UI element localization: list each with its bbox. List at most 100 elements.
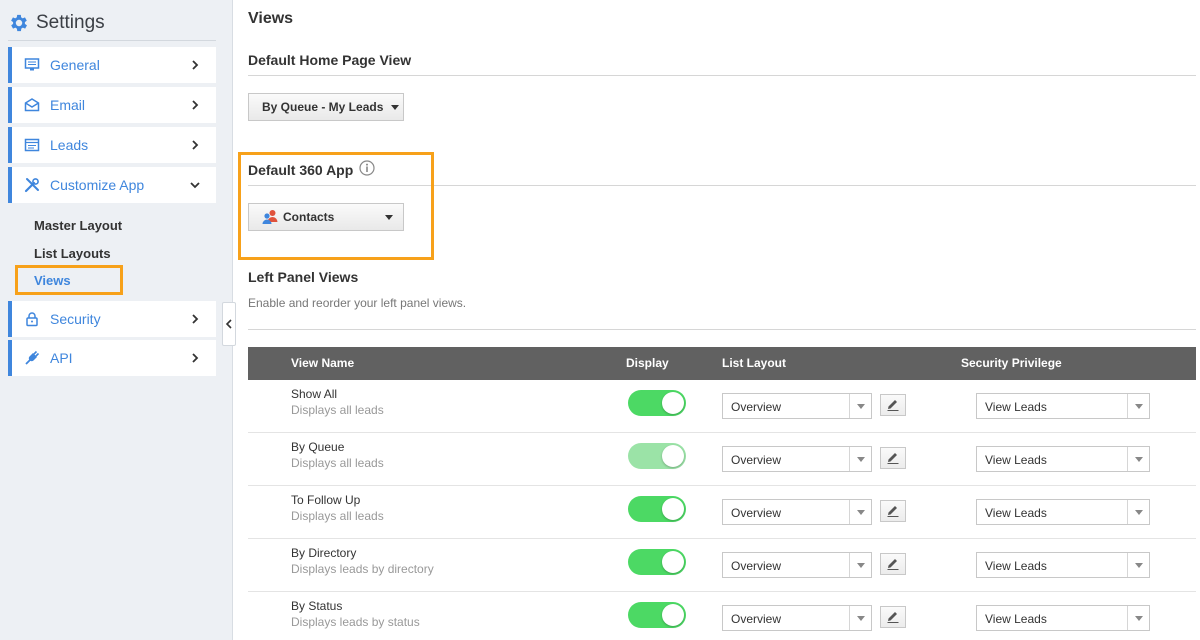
security-privilege-value: View Leads — [985, 453, 1047, 467]
main-content: Views Default Home Page View By Queue - … — [248, 0, 1196, 640]
sidebar-item-label: API — [50, 350, 73, 366]
caret-down-icon — [1134, 403, 1143, 409]
settings-sidebar: Settings General Email Leads Customize A… — [0, 0, 233, 640]
select-arrow — [849, 447, 871, 471]
divider — [248, 329, 1196, 330]
list-layout-select[interactable]: Overview — [722, 499, 872, 525]
view-description: Displays all leads — [291, 509, 384, 523]
select-arrow — [1127, 553, 1149, 577]
sidebar-item-label: General — [50, 57, 100, 73]
security-privilege-select[interactable]: View Leads — [976, 393, 1150, 419]
sidebar-item-leads[interactable]: Leads — [8, 127, 216, 163]
view-name: By Directory — [291, 546, 357, 560]
subitem-list-layouts[interactable]: List Layouts — [34, 246, 111, 261]
edit-layout-button[interactable] — [880, 606, 906, 628]
chevron-right-icon — [192, 60, 199, 70]
view-description: Displays all leads — [291, 456, 384, 470]
select-arrow — [849, 606, 871, 630]
display-toggle[interactable] — [628, 549, 686, 575]
column-header-list-layout: List Layout — [722, 356, 787, 370]
display-toggle[interactable] — [628, 443, 686, 469]
list-layout-value: Overview — [731, 400, 782, 414]
edit-layout-button[interactable] — [880, 394, 906, 416]
chevron-down-icon — [190, 182, 200, 189]
subitem-master-layout[interactable]: Master Layout — [34, 218, 122, 233]
view-description: Displays all leads — [291, 403, 384, 417]
table-row: To Follow Up Displays all leads Overview… — [248, 486, 1196, 539]
edit-layout-button[interactable] — [880, 447, 906, 469]
security-privilege-select[interactable]: View Leads — [976, 499, 1150, 525]
caret-down-icon — [856, 403, 865, 409]
home-view-dropdown[interactable]: By Queue - My Leads — [248, 93, 404, 121]
list-layout-select[interactable]: Overview — [722, 605, 872, 631]
pencil-icon — [887, 559, 899, 570]
pencil-icon — [887, 612, 899, 623]
sidebar-item-label: Customize App — [50, 177, 145, 193]
chevron-right-icon — [192, 140, 199, 150]
caret-down-icon — [391, 104, 400, 110]
sidebar-item-customize-app[interactable]: Customize App — [8, 167, 216, 203]
display-toggle[interactable] — [628, 496, 686, 522]
gear-icon — [11, 14, 27, 32]
plug-icon — [24, 350, 40, 366]
sidebar-item-api[interactable]: API — [8, 340, 216, 376]
toggle-knob — [662, 445, 684, 467]
sidebar-item-email[interactable]: Email — [8, 87, 216, 123]
sidebar-header: Settings — [8, 10, 105, 36]
envelope-icon — [24, 97, 40, 113]
security-privilege-select[interactable]: View Leads — [976, 605, 1150, 631]
select-arrow — [1127, 447, 1149, 471]
sidebar-item-label: Leads — [50, 137, 89, 153]
list-layout-select[interactable]: Overview — [722, 393, 872, 419]
home-view-value: By Queue - My Leads — [262, 100, 384, 114]
edit-layout-button[interactable] — [880, 500, 906, 522]
caret-down-icon — [856, 615, 865, 621]
column-header-security-privilege: Security Privilege — [961, 356, 1062, 370]
chevron-right-icon — [192, 314, 199, 324]
divider — [248, 75, 1196, 76]
table-row: Show All Displays all leads Overview Vie… — [248, 380, 1196, 433]
caret-down-icon — [1134, 456, 1143, 462]
sidebar-item-general[interactable]: General — [8, 47, 216, 83]
table-row: By Status Displays leads by status Overv… — [248, 592, 1196, 640]
views-highlight-box — [15, 265, 123, 295]
table-row: By Directory Displays leads by directory… — [248, 539, 1196, 592]
pencil-icon — [887, 453, 899, 464]
list-layout-value: Overview — [731, 559, 782, 573]
left-panel-subtitle: Enable and reorder your left panel views… — [248, 296, 467, 310]
view-name: By Status — [291, 599, 343, 613]
display-toggle[interactable] — [628, 390, 686, 416]
monitor-icon — [24, 57, 40, 73]
select-arrow — [849, 394, 871, 418]
caret-down-icon — [1134, 562, 1143, 568]
app360-highlight-box — [238, 152, 434, 260]
security-privilege-select[interactable]: View Leads — [976, 446, 1150, 472]
list-layout-select[interactable]: Overview — [722, 552, 872, 578]
list-layout-select[interactable]: Overview — [722, 446, 872, 472]
toggle-knob — [662, 604, 684, 626]
toggle-knob — [662, 551, 684, 573]
select-arrow — [1127, 606, 1149, 630]
sidebar-collapse-button[interactable] — [222, 302, 236, 346]
tools-icon — [24, 177, 40, 193]
pencil-icon — [887, 400, 899, 411]
select-arrow — [849, 500, 871, 524]
home-view-title: Default Home Page View — [248, 52, 412, 68]
sidebar-item-security[interactable]: Security — [8, 301, 216, 337]
column-header-view-name: View Name — [291, 356, 355, 370]
column-header-display: Display — [626, 356, 669, 370]
view-description: Displays leads by status — [291, 615, 420, 629]
pencil-icon — [887, 506, 899, 517]
select-arrow — [1127, 500, 1149, 524]
security-privilege-select[interactable]: View Leads — [976, 552, 1150, 578]
lock-icon — [24, 311, 40, 327]
edit-layout-button[interactable] — [880, 553, 906, 575]
list-layout-value: Overview — [731, 453, 782, 467]
security-privilege-value: View Leads — [985, 612, 1047, 626]
toggle-knob — [662, 392, 684, 414]
list-card-icon — [24, 137, 40, 153]
table-row: By Queue Displays all leads Overview Vie… — [248, 433, 1196, 486]
display-toggle[interactable] — [628, 602, 686, 628]
sidebar-divider — [8, 40, 216, 41]
caret-down-icon — [1134, 615, 1143, 621]
